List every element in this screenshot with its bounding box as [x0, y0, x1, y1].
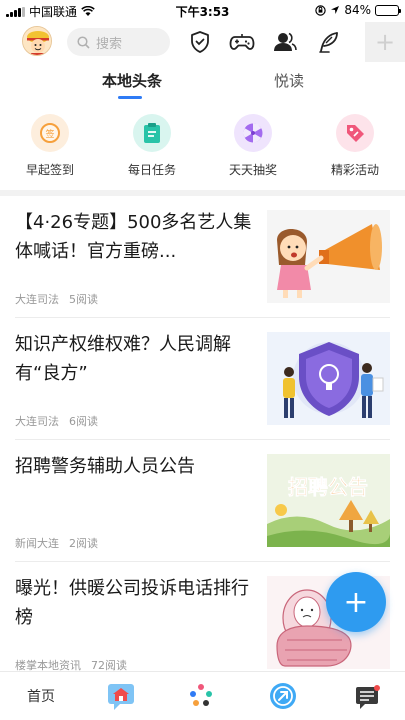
tab-local-headlines[interactable]: 本地头条: [102, 70, 162, 91]
quick-entry-activities[interactable]: 精彩活动: [315, 114, 395, 178]
thumb-text: 招聘公告: [288, 475, 368, 499]
lottery-wheel-icon: [234, 114, 272, 152]
circle-arrow-icon: [270, 683, 296, 709]
plus-icon: +: [343, 584, 369, 620]
orientation-lock-icon: [315, 4, 327, 16]
news-source: 新闻大连: [15, 537, 59, 550]
news-title: 招聘警务辅助人员公告: [15, 456, 195, 477]
nav-share[interactable]: [266, 680, 300, 712]
news-item[interactable]: 【4·26专题】500多名艺人集体喊话！官方重磅... 大连司法 5阅读: [0, 196, 405, 318]
shield-button[interactable]: [186, 28, 214, 56]
news-meta: 大连司法 6阅读: [15, 413, 98, 429]
battery-percent: 84%: [344, 3, 371, 17]
location-icon: [331, 6, 340, 14]
recruitment-notice-illustration: 招聘公告: [267, 454, 390, 547]
tab-reading[interactable]: 悦读: [274, 70, 304, 91]
news-item[interactable]: 知识产权维权难？人民调解有“良方” 大连司法 6阅读: [0, 318, 405, 440]
news-title: 【4·26专题】500多名艺人集体喊话！官方重磅...: [15, 212, 252, 262]
task-clipboard-icon: [133, 114, 171, 152]
top-bar: 搜索 +: [0, 22, 405, 62]
dots-cluster-icon: [190, 684, 212, 706]
quick-entry-lottery[interactable]: 天天抽奖: [213, 114, 293, 178]
gamepad-icon: [229, 34, 255, 50]
svg-text:签: 签: [45, 128, 54, 140]
sign-in-icon: 签: [31, 114, 69, 152]
search-placeholder: 搜索: [96, 36, 123, 52]
bottom-nav: 首页: [0, 671, 405, 720]
feather-pen-icon: [319, 32, 338, 53]
nav-discover[interactable]: [184, 680, 218, 712]
gift-tag-icon: [336, 114, 374, 152]
news-item[interactable]: 招聘警务辅助人员公告 新闻大连 2阅读 招聘公告: [0, 440, 405, 562]
shield-check-icon: [191, 31, 209, 53]
house-chat-icon: [108, 684, 134, 710]
news-title: 曝光！供暖公司投诉电话排行榜: [15, 578, 249, 628]
news-thumbnail: 招聘公告: [267, 454, 390, 547]
news-reads: 2阅读: [69, 537, 98, 550]
nav-local-home[interactable]: [104, 680, 138, 712]
active-tab-indicator: [118, 96, 142, 99]
compose-button[interactable]: [315, 28, 343, 56]
nav-home[interactable]: 首页: [26, 680, 56, 712]
news-thumbnail: [267, 332, 390, 425]
status-bar: 中国联通 下午3:53 84%: [0, 0, 405, 20]
quick-entry-daily-task[interactable]: 每日任务: [112, 114, 192, 178]
add-channel-button[interactable]: +: [365, 22, 405, 62]
quick-entry-label: 早起签到: [25, 163, 74, 177]
news-meta: 大连司法 5阅读: [15, 291, 98, 307]
nav-home-label: 首页: [27, 689, 55, 705]
quick-entry-label: 精彩活动: [330, 163, 379, 177]
news-meta: 新闻大连 2阅读: [15, 535, 98, 551]
nav-messages[interactable]: [350, 680, 384, 712]
news-reads: 6阅读: [69, 415, 98, 428]
ip-shield-illustration: [267, 332, 390, 425]
quick-entry-label: 天天抽奖: [228, 163, 277, 177]
channel-tabs: 本地头条 悦读: [0, 62, 405, 100]
megaphone-girl-illustration: [267, 210, 390, 303]
compose-fab-button[interactable]: +: [326, 572, 386, 632]
news-title: 知识产权维权难？人民调解有“良方”: [15, 334, 231, 384]
news-reads: 5阅读: [69, 293, 98, 306]
contacts-icon: [274, 32, 297, 51]
search-input[interactable]: 搜索: [67, 28, 170, 56]
news-source: 大连司法: [15, 293, 59, 306]
quick-entry-sign-in[interactable]: 签 早起签到: [10, 114, 90, 178]
search-icon: [77, 35, 90, 49]
contacts-button[interactable]: [271, 28, 299, 56]
battery-icon: [375, 4, 401, 16]
message-list-icon: [356, 685, 380, 709]
avatar[interactable]: [22, 26, 52, 56]
avatar-cartoon-icon: [23, 27, 51, 55]
status-right: 84%: [315, 3, 401, 17]
game-button[interactable]: [228, 28, 256, 56]
news-thumbnail: [267, 210, 390, 303]
quick-entry-label: 每日任务: [127, 163, 176, 177]
plus-icon: +: [374, 28, 396, 56]
quick-entries: 签 早起签到 每日任务 天天抽奖 精彩活动: [0, 114, 405, 186]
news-source: 大连司法: [15, 415, 59, 428]
